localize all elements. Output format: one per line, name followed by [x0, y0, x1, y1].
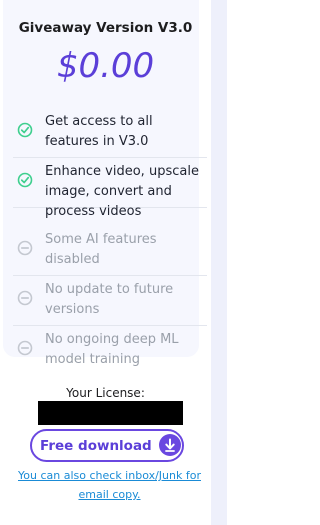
feature-text: Some AI features disabled	[45, 232, 157, 267]
free-download-label: Free download	[40, 438, 152, 454]
background-strip	[211, 0, 227, 525]
feature-item: No update to future versions	[13, 275, 207, 326]
feature-item: Get access to all features in V3.0	[13, 107, 207, 158]
email-copy-link[interactable]: You can also check inbox/Junk for email …	[8, 466, 211, 504]
check-circle-icon	[17, 172, 33, 188]
license-label: Your License:	[66, 386, 145, 400]
feature-item: Some AI features disabled	[13, 225, 207, 276]
plan-title: Giveaway Version V3.0	[18, 20, 193, 36]
free-download-button[interactable]: Free download	[30, 429, 184, 462]
license-key-field[interactable]	[38, 401, 183, 425]
feature-text: Get access to all features in V3.0	[45, 114, 153, 149]
feature-item: Enhance video, upscale image, convert an…	[13, 157, 207, 219]
minus-circle-icon	[17, 340, 33, 356]
feature-text: No ongoing deep ML model training	[45, 332, 179, 367]
pricing-card: Giveaway Version V3.0 $0.00 Get access t…	[0, 0, 211, 525]
check-circle-icon	[17, 122, 33, 138]
minus-circle-icon	[17, 290, 33, 306]
feature-text: No update to future versions	[45, 282, 174, 317]
minus-circle-icon	[17, 240, 33, 256]
plan-price: $0.00	[56, 46, 155, 86]
feature-text: Enhance video, upscale image, convert an…	[45, 164, 199, 219]
feature-item: No ongoing deep ML model training	[13, 325, 207, 375]
download-arrow-icon	[159, 434, 181, 456]
